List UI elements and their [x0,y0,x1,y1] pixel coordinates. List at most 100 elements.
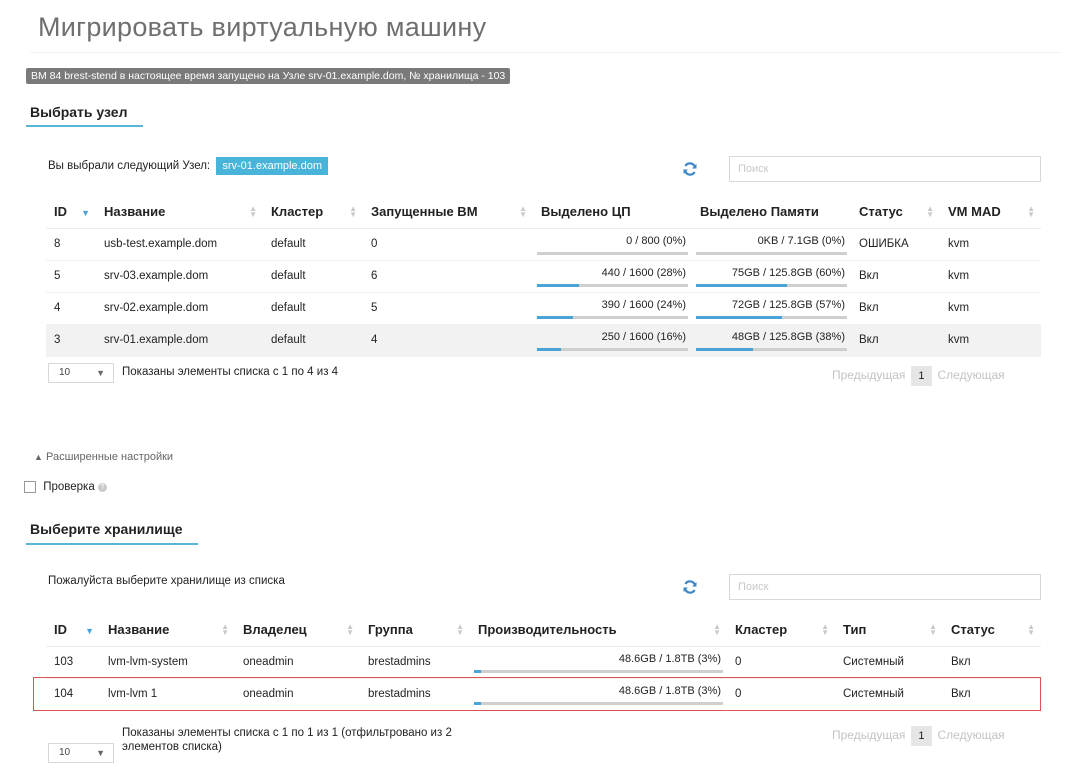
host-id: 4 [46,292,96,325]
col-vm-mad[interactable]: VM MAD ▲ ▼ [940,196,1041,229]
cpu-progress-bar [537,348,688,351]
sort-desc-icon: ▼ [81,208,90,219]
col-group[interactable]: Группа ▲ ▼ [360,614,470,647]
title-divider [30,52,1062,53]
host-cpu: 0 / 800 (0%) [533,228,692,261]
host-vms: 6 [363,260,533,293]
sort-icon: ▲ ▼ [1027,621,1035,637]
ds-table-header: ID ▼ Название ▲ ▼ Владелец ▲ ▼ Группа ▲ ▼ Произ… [46,614,1041,647]
sort-icon: ▲ ▼ [926,203,934,219]
datastore-row[interactable]: 103 lvm-lvm-system oneadmin brestadmins … [46,646,1041,679]
host-cluster: default [263,324,363,357]
host-name: usb-test.example.dom [96,228,263,261]
sort-icon: ▲ ▼ [929,621,937,637]
col-cluster[interactable]: Кластер ▲ ▼ [263,196,363,229]
host-vm-mad: kvm [940,292,1041,325]
host-row[interactable]: 4 srv-02.example.dom default 5 390 / 160… [46,292,1041,325]
ds-section-title: Выберите хранилище [30,521,183,537]
sort-icon: ▲ ▼ [713,621,721,637]
sort-icon: ▲ ▼ [519,203,527,219]
chevron-up-icon: ▲ [34,452,43,462]
highlighted-row-outline [33,677,1041,711]
next-page-button[interactable]: Следующая [938,728,1005,742]
page-1-button[interactable]: 1 [911,366,932,386]
prev-page-button[interactable]: Предыдущая [832,728,905,742]
col-owner[interactable]: Владелец ▲ ▼ [235,614,360,647]
host-table: ID ▼ Название ▲ ▼ Кластер ▲ ▼ Запущенные ВМ ▲ ▼… [46,196,1041,357]
ds-status: Вкл [943,646,1041,679]
ds-owner: oneadmin [235,646,360,679]
check-checkbox[interactable] [24,481,36,493]
ds-search-input[interactable] [729,574,1041,600]
host-table-info: Показаны элементы списка с 1 по 4 из 4 [122,366,339,378]
host-vm-mad: kvm [940,324,1041,357]
sort-icon: ▲ ▼ [221,621,229,637]
check-option: Проверка ? [24,481,107,493]
host-name: srv-03.example.dom [96,260,263,293]
sort-icon: ▲ ▼ [1027,203,1035,219]
next-page-button[interactable]: Следующая [938,368,1005,382]
host-vms: 5 [363,292,533,325]
page-1-button[interactable]: 1 [911,726,932,746]
selected-host-label: Вы выбрали следующий Узел: [48,160,211,172]
sort-icon: ▲ ▼ [346,621,354,637]
host-row[interactable]: 5 srv-03.example.dom default 6 440 / 160… [46,260,1041,293]
col-id[interactable]: ID ▼ [46,614,100,647]
host-vm-mad: kvm [940,228,1041,261]
col-running-vms[interactable]: Запущенные ВМ ▲ ▼ [363,196,533,229]
refresh-icon[interactable] [682,579,698,595]
help-icon[interactable]: ? [97,482,107,492]
col-capacity[interactable]: Производительность ▲ ▼ [470,614,727,647]
host-cpu: 250 / 1600 (16%) [533,324,692,357]
host-page-size-select[interactable]: 10 ▼ [48,363,114,383]
selected-host-chip: srv-01.example.dom [216,157,328,175]
host-section-underline [26,125,143,127]
col-id[interactable]: ID ▼ [46,196,96,229]
host-cpu: 440 / 1600 (28%) [533,260,692,293]
sort-icon: ▲ ▼ [456,621,464,637]
refresh-icon[interactable] [682,161,698,177]
memory-progress-bar [696,316,847,319]
host-search-input[interactable] [729,156,1041,182]
col-memory[interactable]: Выделено Памяти [692,196,851,229]
host-status: Вкл [851,292,940,325]
host-cluster: default [263,292,363,325]
host-name: srv-02.example.dom [96,292,263,325]
host-memory: 48GB / 125.8GB (38%) [692,324,851,357]
host-vms: 4 [363,324,533,357]
cpu-progress-bar [537,284,688,287]
advanced-settings-toggle[interactable]: ▲ Расширенные настройки [34,451,173,463]
ds-group: brestadmins [360,646,470,679]
col-name[interactable]: Название ▲ ▼ [100,614,235,647]
col-status[interactable]: Статус ▲ ▼ [851,196,940,229]
host-cluster: default [263,228,363,261]
host-cluster: default [263,260,363,293]
ds-section-underline [26,543,198,545]
ds-page-size-select[interactable]: 10 ▼ [48,743,114,763]
host-pagination: Предыдущая 1 Следующая [832,366,1005,386]
sort-icon: ▲ ▼ [349,203,357,219]
ds-name: lvm-lvm-system [100,646,235,679]
ds-cluster: 0 [727,646,835,679]
col-cpu[interactable]: Выделено ЦП [533,196,692,229]
memory-progress-bar [696,252,847,255]
col-type[interactable]: Тип ▲ ▼ [835,614,943,647]
host-vms: 0 [363,228,533,261]
cpu-progress-bar [537,316,688,319]
host-row-selected[interactable]: 3 srv-01.example.dom default 4 250 / 160… [46,324,1041,357]
host-row[interactable]: 8 usb-test.example.dom default 0 0 / 800… [46,228,1041,261]
ds-id: 103 [46,646,100,679]
host-id: 3 [46,324,96,357]
col-status[interactable]: Статус ▲ ▼ [943,614,1041,647]
caret-down-icon: ▼ [96,748,105,758]
prev-page-button[interactable]: Предыдущая [832,368,905,382]
ds-table-info: Показаны элементы списка с 1 по 1 из 1 (… [122,727,452,753]
col-cluster[interactable]: Кластер ▲ ▼ [727,614,835,647]
advanced-settings-label: Расширенные настройки [45,451,174,463]
col-name[interactable]: Название ▲ ▼ [96,196,263,229]
host-table-header: ID ▼ Название ▲ ▼ Кластер ▲ ▼ Запущенные ВМ ▲ ▼… [46,196,1041,229]
host-status: Вкл [851,260,940,293]
host-cpu: 390 / 1600 (24%) [533,292,692,325]
page-title: Мигрировать виртуальную машину [38,12,487,42]
host-memory: 0KB / 7.1GB (0%) [692,228,851,261]
